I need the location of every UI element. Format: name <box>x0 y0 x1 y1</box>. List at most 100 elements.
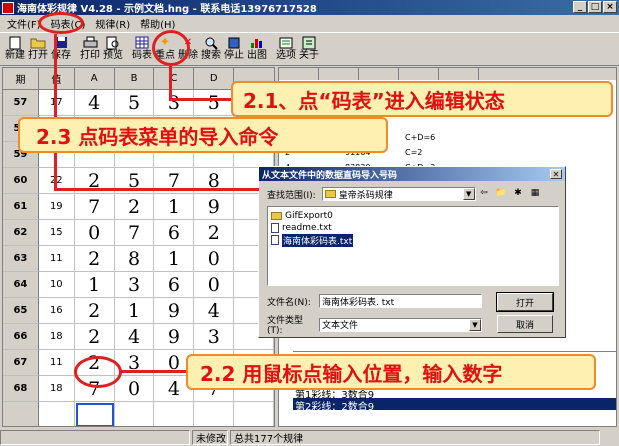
filetype-label: 文件类型(T): <box>267 316 304 336</box>
digit-cell[interactable]: 2 <box>74 324 115 350</box>
col-header-c[interactable]: C <box>154 68 195 90</box>
menu-rules[interactable]: 规律(R) <box>90 16 135 31</box>
digit-cell[interactable]: 0 <box>194 246 235 272</box>
digit-cell[interactable]: 4 <box>74 90 115 116</box>
search-icon <box>203 35 219 50</box>
up-folder-icon[interactable]: 📁 <box>494 187 508 200</box>
digit-cell[interactable]: 2 <box>74 298 115 324</box>
file-item-selected[interactable]: 海南体彩码表.txt <box>271 233 555 247</box>
file-list[interactable]: GifExport0 readme.txt 海南体彩码表.txt <box>267 206 559 286</box>
filetype-select[interactable]: 文本文件 ▼ <box>319 317 482 332</box>
value-cell[interactable]: 18 <box>38 324 75 350</box>
row-number-cell[interactable]: 67 <box>3 350 39 376</box>
cancel-dialog-button[interactable]: 取消 <box>497 315 553 333</box>
col-header-qi[interactable]: 期 <box>3 68 39 90</box>
new-folder-icon[interactable]: ✱ <box>511 187 525 200</box>
col-header-b[interactable]: B <box>114 68 155 90</box>
options-icon <box>278 35 294 50</box>
connector-line <box>169 66 172 100</box>
filename-label: 文件名(N): <box>267 297 311 308</box>
grid-row: 63 11 2 8 1 0 <box>3 246 274 272</box>
empty-cell[interactable] <box>234 402 274 426</box>
close-button[interactable]: × <box>603 1 617 13</box>
search-button[interactable]: 搜索 <box>200 33 222 65</box>
row-number-cell[interactable]: 57 <box>3 90 39 116</box>
menu-bar: 文件(F) 码表(C) 规律(R) 帮助(H) <box>0 15 619 31</box>
digit-cell[interactable]: 1 <box>154 246 195 272</box>
digit-cell[interactable] <box>194 402 235 426</box>
digit-cell[interactable]: 7 <box>74 194 115 220</box>
digit-cell[interactable]: 9 <box>154 324 195 350</box>
digit-cell[interactable]: 7 <box>114 220 155 246</box>
digit-cell[interactable]: 2 <box>74 246 115 272</box>
value-cell[interactable] <box>39 402 75 426</box>
new-button[interactable]: 新建 <box>4 33 26 65</box>
col-header-d[interactable]: D <box>194 68 235 90</box>
rule-line-selected[interactable]: 第2彩线：2数合9 <box>293 398 616 413</box>
preview-button[interactable]: 预览 <box>102 33 124 65</box>
open-dialog-button[interactable]: 打开 <box>496 292 554 312</box>
digit-cell[interactable]: 3 <box>154 90 195 116</box>
maximize-button[interactable]: □ <box>588 1 602 13</box>
dialog-close-button[interactable]: ✕ <box>550 169 562 179</box>
digit-cell[interactable]: 0 <box>114 376 155 402</box>
digit-cell[interactable]: 6 <box>154 220 195 246</box>
digit-cell[interactable]: 4 <box>194 298 235 324</box>
connector-line <box>169 98 231 101</box>
digit-cell[interactable]: 8 <box>114 246 155 272</box>
file-item[interactable]: readme.txt <box>271 222 555 234</box>
digit-cell[interactable]: 0 <box>74 220 115 246</box>
digit-cell[interactable] <box>75 402 115 426</box>
col-header-a[interactable]: A <box>74 68 115 90</box>
row-number-cell[interactable]: 63 <box>3 246 39 272</box>
stop-button[interactable]: 停止 <box>223 33 245 65</box>
row-number-cell[interactable]: 61 <box>3 194 39 220</box>
chart-button[interactable]: 出图 <box>246 33 268 65</box>
digit-cell[interactable]: 1 <box>74 272 115 298</box>
open-button[interactable]: 打开 <box>27 33 49 65</box>
digit-cell[interactable]: 1 <box>154 194 195 220</box>
value-cell[interactable]: 15 <box>38 220 75 246</box>
row-number-cell[interactable]: 68 <box>3 376 39 402</box>
digit-cell[interactable]: 2 <box>194 220 235 246</box>
digit-cell[interactable]: 6 <box>154 272 195 298</box>
value-cell[interactable]: 19 <box>38 194 75 220</box>
value-cell[interactable]: 16 <box>38 298 75 324</box>
view-menu-icon[interactable]: ▦ <box>528 187 542 200</box>
callout-step-2-1: 2.1、点“码表”进入编辑状态 <box>231 81 613 117</box>
digit-cell[interactable]: 9 <box>154 298 195 324</box>
menu-help[interactable]: 帮助(H) <box>135 16 180 31</box>
row-number-cell[interactable]: 66 <box>3 324 39 350</box>
digit-cell[interactable]: 1 <box>114 298 155 324</box>
file-item[interactable]: GifExport0 <box>271 210 555 222</box>
row-number-cell[interactable]: 62 <box>3 220 39 246</box>
digit-cell[interactable]: 3 <box>194 324 235 350</box>
value-cell[interactable]: 11 <box>38 246 75 272</box>
row-number-cell[interactable]: 60 <box>3 168 39 194</box>
back-icon[interactable]: ⇦ <box>477 187 491 200</box>
digit-cell[interactable]: 3 <box>114 272 155 298</box>
about-button[interactable]: 关于 <box>298 33 320 65</box>
digit-cell[interactable] <box>154 402 195 426</box>
digit-cell[interactable]: 5 <box>194 90 235 116</box>
lookin-select[interactable]: 皇帝杀码规律 ▼ <box>321 187 476 201</box>
value-cell[interactable]: 11 <box>38 350 75 376</box>
row-number-cell[interactable]: 65 <box>3 298 39 324</box>
value-cell[interactable]: 10 <box>38 272 75 298</box>
code-table-button[interactable]: 码表 <box>131 33 153 65</box>
import-dialog: 从文本文件中的数据直码导入号码 ✕ 查找范围(I): 皇帝杀码规律 ▼ ⇦ 📁 … <box>258 166 566 338</box>
digit-cell[interactable]: 5 <box>114 90 155 116</box>
print-button[interactable]: 打印 <box>79 33 101 65</box>
value-cell[interactable]: 18 <box>38 376 75 402</box>
filename-input[interactable]: 海南体彩码表. txt <box>319 294 482 308</box>
options-button[interactable]: 选项 <box>275 33 297 65</box>
row-number-cell[interactable]: 64 <box>3 272 39 298</box>
grid-row <box>3 402 274 426</box>
digit-cell[interactable]: 9 <box>194 194 235 220</box>
minimize-button[interactable]: _ <box>573 1 587 13</box>
row-number-cell[interactable] <box>3 402 39 426</box>
digit-cell[interactable] <box>115 402 155 426</box>
digit-cell[interactable]: 0 <box>194 272 235 298</box>
digit-cell[interactable]: 2 <box>114 194 155 220</box>
digit-cell[interactable]: 4 <box>114 324 155 350</box>
